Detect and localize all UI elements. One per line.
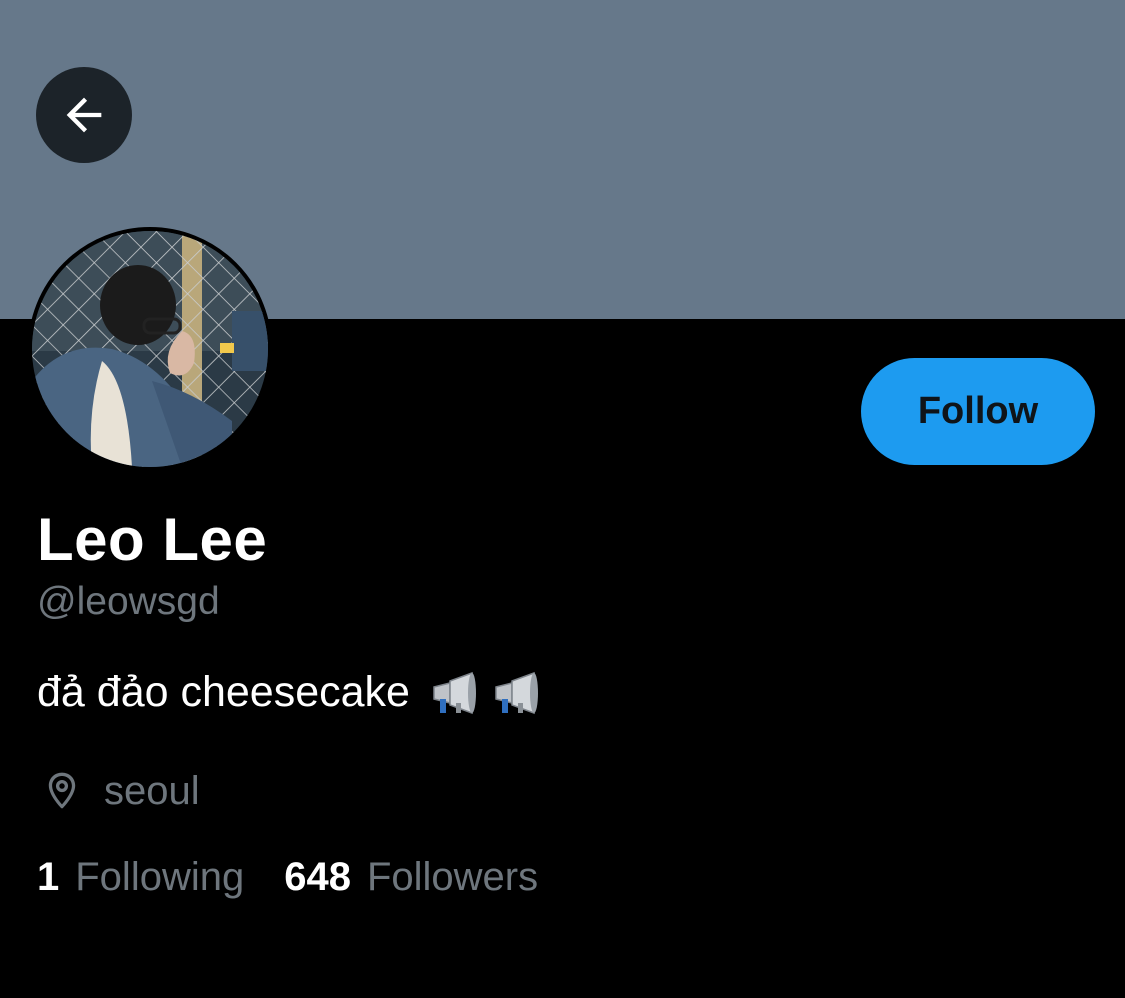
megaphone-emoji [495, 671, 538, 714]
map-pin-icon [48, 772, 76, 809]
profile-handle: @leowsgd [37, 580, 220, 623]
bio-text: đả đảo cheesecake [37, 668, 410, 716]
following-count: 1 [37, 855, 60, 899]
profile-location: seoul [40, 767, 200, 815]
profile-stats: 1 Following 648 Followers [37, 855, 538, 900]
profile-name: Leo Lee [37, 506, 268, 573]
following-link[interactable]: 1 Following [37, 855, 244, 900]
arrow-left-icon [66, 97, 102, 133]
location-text: seoul [104, 768, 200, 813]
avatar[interactable] [28, 227, 272, 471]
profile-bio: đả đảo cheesecake [37, 668, 542, 717]
follow-button[interactable]: Follow [861, 358, 1095, 465]
following-label: Following [75, 855, 245, 899]
followers-count: 648 [284, 855, 351, 899]
followers-label: Followers [366, 855, 539, 899]
followers-link[interactable]: 648 Followers [284, 855, 538, 900]
avatar-photo [32, 231, 268, 467]
megaphone-emoji [433, 671, 476, 714]
back-button[interactable] [36, 67, 132, 163]
